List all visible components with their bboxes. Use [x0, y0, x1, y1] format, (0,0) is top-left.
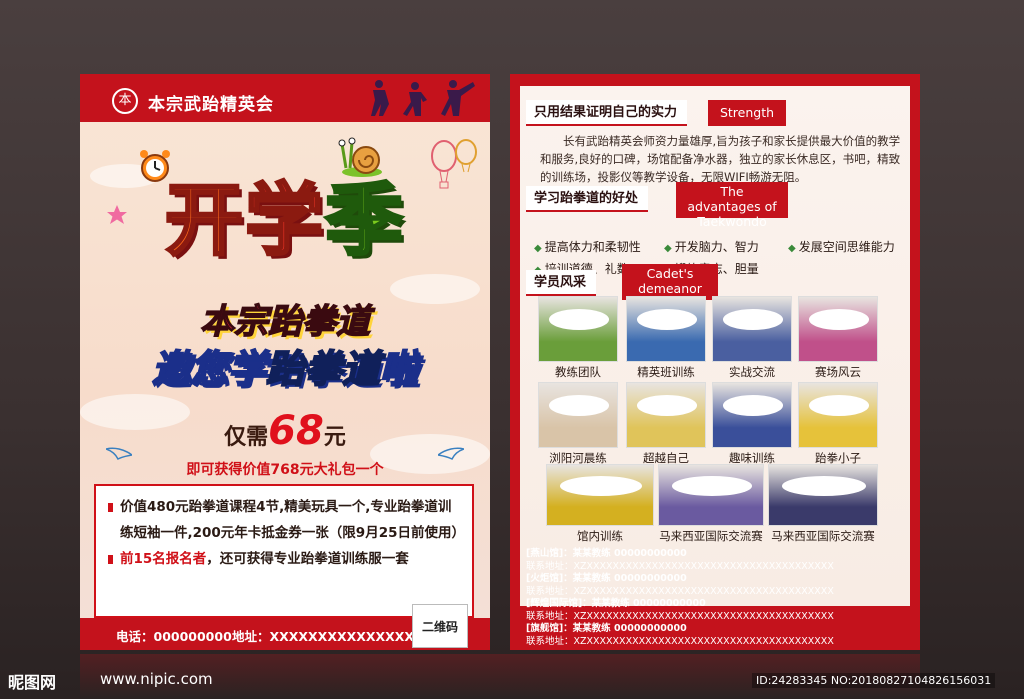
- branch-item: [辉煌国际馆]：某某教练 00000000000 联系地址：XZXXXXXXXXX…: [526, 598, 834, 622]
- watermark-id: ID:24283345 NO:20180827104826156031: [752, 673, 996, 688]
- section-title-strength: 只用结果证明自己的实力: [526, 100, 688, 126]
- price-value: 68: [268, 408, 324, 454]
- brand-name: 本宗武跆精英会: [148, 95, 274, 115]
- gallery-photo: [712, 296, 792, 362]
- photo-blur-patch: [636, 308, 698, 330]
- watermark-logo: 昵图网: [8, 673, 57, 692]
- contact-address: 地址：XXXXXXXXXXXXXXXXX: [232, 629, 434, 644]
- subtitle-part: 跆拳道: [265, 346, 381, 392]
- qr-code-placeholder: 二维码: [412, 604, 468, 648]
- diamond-bullet-icon: ◆: [788, 243, 796, 254]
- gallery-photo: [658, 464, 764, 526]
- branch-item: [燕山馆]：某某教练 00000000000 联系地址：XZXXXXXXXXXXX…: [526, 548, 834, 572]
- photo-caption: 馆内训练: [577, 529, 623, 543]
- section-title-advantages: 学习跆拳道的好处: [526, 186, 649, 212]
- advantage-item: ◆ 开发脑力、智力: [664, 240, 759, 254]
- right-flyer: 只用结果证明自己的实力 Strength 长有武跆精英会师资力量雄厚,旨为孩子和…: [510, 74, 920, 650]
- section-tag-advantages: The advantages of Taekwondo: [676, 182, 788, 229]
- photo-caption: 马来西亚国际交流赛: [659, 529, 763, 543]
- contact-phone: 电话：000000000: [116, 629, 232, 644]
- brand-seal-logo: 本: [112, 88, 138, 114]
- gallery-photo: [712, 382, 792, 448]
- offer-text: ，还可获得专业跆拳道训练服一套: [206, 551, 409, 567]
- offer-item: 前15名报名者，还可获得专业跆拳道训练服一套: [108, 546, 460, 572]
- advantage-item: ◆ 提高体力和柔韧性: [534, 240, 641, 254]
- headline-char: 开: [163, 176, 245, 266]
- photo-blur-patch: [808, 394, 870, 416]
- branch-list: [燕山馆]：某某教练 00000000000 联系地址：XZXXXXXXXXXXX…: [526, 548, 906, 648]
- photo-blur-patch: [636, 394, 698, 416]
- watermark-url: www.nipic.com: [100, 670, 213, 688]
- gallery-photo: [768, 464, 878, 526]
- offer-highlight: 前15名报名者: [120, 551, 207, 567]
- branch-item: [火炬馆]：某某教练 00000000000 联系地址：XZXXXXXXXXXXX…: [526, 573, 834, 597]
- photo-blur-patch: [671, 476, 753, 496]
- photo-caption: 教练团队: [555, 365, 601, 379]
- gallery-photo: [538, 382, 618, 448]
- snail-icon: [338, 137, 382, 177]
- gift-text: 即可获得价值768元大礼包一个: [186, 462, 384, 478]
- subtitle-part: 邀您学: [151, 346, 267, 392]
- section-tag-cadets: Cadet's demeanor: [622, 264, 718, 300]
- photo-blur-patch: [722, 308, 784, 330]
- section-title-cadets: 学员风采: [526, 270, 597, 296]
- photo-blur-patch: [782, 476, 866, 496]
- headline-char: 学: [243, 176, 325, 266]
- fighter-silhouettes-icon: [371, 80, 475, 116]
- price-suffix: 元: [323, 425, 346, 450]
- subtitle-part: 啦: [379, 346, 419, 392]
- photo-blur-patch: [722, 394, 784, 416]
- offer-box: 价值480元跆拳道课程4节,精美玩具一个,专业跆拳道训练短袖一件,200元年卡抵…: [94, 484, 474, 618]
- photo-blur-patch: [548, 394, 610, 416]
- gallery-photo: [626, 382, 706, 448]
- price-prefix: 仅需: [224, 425, 269, 450]
- subtitle-line-2: 邀您学跆拳道啦: [80, 338, 490, 393]
- headline-char: 季: [323, 176, 406, 266]
- section-tag-strength: Strength: [708, 100, 786, 126]
- photo-blur-patch: [548, 308, 610, 330]
- left-header-bar: 本 本宗武跆精英会: [80, 74, 490, 122]
- diamond-bullet-icon: ◆: [664, 243, 672, 254]
- gallery-photo: [798, 382, 878, 448]
- headline-title: 开学季: [80, 181, 490, 262]
- photo-caption: 赛场风云: [815, 365, 861, 379]
- offer-text: 价值480元跆拳道课程4节,精美玩具一个,专业跆拳道训练短袖一件,200元年卡抵…: [120, 499, 465, 541]
- photo-caption: 实战交流: [729, 365, 775, 379]
- photo-blur-patch: [808, 308, 870, 330]
- subtitle-line-1: 本宗跆拳道: [199, 301, 371, 343]
- branch-item: [旗舰馆]：某某教练 00000000000 联系地址：XZXXXXXXXXXXX…: [526, 623, 834, 647]
- left-flyer: 本 本宗武跆精英会 开学季 本宗跆拳道 邀您学跆拳道啦 仅需68元 即可获得价值…: [80, 74, 490, 650]
- photo-caption: 马来西亚国际交流赛: [771, 529, 875, 543]
- gallery-photo: [626, 296, 706, 362]
- diamond-bullet-icon: ◆: [534, 243, 542, 254]
- photo-caption: 精英班训练: [637, 365, 695, 379]
- advantage-item: ◆ 发展空间思维能力: [788, 240, 895, 254]
- offer-item: 价值480元跆拳道课程4节,精美玩具一个,专业跆拳道训练短袖一件,200元年卡抵…: [108, 494, 465, 546]
- intro-paragraph: 长有武跆精英会师资力量雄厚,旨为孩子和家长提供最大价值的教学和服务,良好的口碑，…: [540, 134, 901, 184]
- photo-blur-patch: [559, 476, 643, 496]
- price-line: 仅需68元: [80, 408, 490, 454]
- gallery-photo: [798, 296, 878, 362]
- right-content-panel: 只用结果证明自己的实力 Strength 长有武跆精英会师资力量雄厚,旨为孩子和…: [520, 86, 910, 606]
- gallery-photo: [538, 296, 618, 362]
- gallery-photo: [546, 464, 654, 526]
